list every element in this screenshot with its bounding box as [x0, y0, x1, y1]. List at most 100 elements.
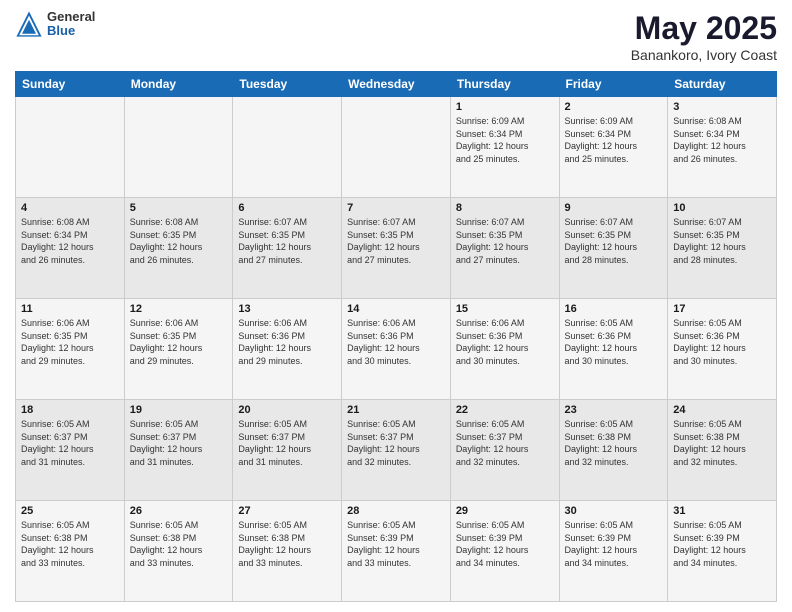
day-info: Sunrise: 6:09 AM Sunset: 6:34 PM Dayligh… — [565, 115, 663, 165]
calendar-header-row: SundayMondayTuesdayWednesdayThursdayFrid… — [16, 72, 777, 97]
day-number: 13 — [238, 303, 336, 315]
day-number: 26 — [130, 505, 228, 517]
day-number: 30 — [565, 505, 663, 517]
calendar-cell: 3 Sunrise: 6:08 AM Sunset: 6:34 PM Daylig… — [668, 97, 777, 198]
calendar-cell: 15 Sunrise: 6:06 AM Sunset: 6:36 PM Dayli… — [450, 299, 559, 400]
page: General Blue May 2025 Banankoro, Ivory C… — [0, 0, 792, 612]
calendar-cell: 16Sunrise: 6:05 AM Sunset: 6:36 PM Dayli… — [559, 299, 668, 400]
day-number: 25 — [21, 505, 119, 517]
subtitle: Banankoro, Ivory Coast — [631, 47, 777, 63]
day-info: Sunrise: 6:05 AM Sunset: 6:38 PM Dayligh… — [21, 519, 119, 569]
day-number: 15 — [456, 303, 554, 315]
day-number: 4 — [21, 202, 119, 214]
header: General Blue May 2025 Banankoro, Ivory C… — [15, 10, 777, 63]
logo-blue-label: Blue — [47, 24, 95, 38]
calendar-cell: 11 Sunrise: 6:06 AM Sunset: 6:35 PM Dayli… — [16, 299, 125, 400]
day-info: Sunrise: 6:05 AM Sunset: 6:38 PM Dayligh… — [130, 519, 228, 569]
day-info: Sunrise: 6:06 AM Sunset: 6:35 PM Dayligh… — [130, 317, 228, 367]
day-info: Sunrise: 6:05 AM Sunset: 6:37 PM Dayligh… — [130, 418, 228, 468]
day-number: 17 — [673, 303, 771, 315]
calendar-table: SundayMondayTuesdayWednesdayThursdayFrid… — [15, 71, 777, 602]
day-info: Sunrise: 6:07 AM Sunset: 6:35 PM Dayligh… — [673, 216, 771, 266]
calendar-day-header: Friday — [559, 72, 668, 97]
day-info: Sunrise: 6:05 AM Sunset: 6:38 PM Dayligh… — [238, 519, 336, 569]
day-number: 24 — [673, 404, 771, 416]
day-number: 1 — [456, 101, 554, 113]
day-info: Sunrise: 6:07 AM Sunset: 6:35 PM Dayligh… — [238, 216, 336, 266]
calendar-week-row: 25 Sunrise: 6:05 AM Sunset: 6:38 PM Dayli… — [16, 501, 777, 602]
calendar-week-row: 1 Sunrise: 6:09 AM Sunset: 6:34 PM Daylig… — [16, 97, 777, 198]
calendar-cell: 5 Sunrise: 6:08 AM Sunset: 6:35 PM Daylig… — [124, 198, 233, 299]
logo-text: General Blue — [47, 10, 95, 39]
day-number: 12 — [130, 303, 228, 315]
day-number: 31 — [673, 505, 771, 517]
calendar-week-row: 11 Sunrise: 6:06 AM Sunset: 6:35 PM Dayli… — [16, 299, 777, 400]
day-number: 18 — [21, 404, 119, 416]
day-number: 19 — [130, 404, 228, 416]
calendar-day-header: Sunday — [16, 72, 125, 97]
day-number: 3 — [673, 101, 771, 113]
day-number: 22 — [456, 404, 554, 416]
calendar-cell — [16, 97, 125, 198]
calendar-cell: 22Sunrise: 6:05 AM Sunset: 6:37 PM Dayli… — [450, 400, 559, 501]
logo: General Blue — [15, 10, 95, 39]
day-info: Sunrise: 6:05 AM Sunset: 6:39 PM Dayligh… — [673, 519, 771, 569]
calendar-cell: 29Sunrise: 6:05 AM Sunset: 6:39 PM Dayli… — [450, 501, 559, 602]
day-number: 11 — [21, 303, 119, 315]
day-info: Sunrise: 6:08 AM Sunset: 6:34 PM Dayligh… — [673, 115, 771, 165]
calendar-cell: 19 Sunrise: 6:05 AM Sunset: 6:37 PM Dayli… — [124, 400, 233, 501]
day-info: Sunrise: 6:06 AM Sunset: 6:36 PM Dayligh… — [456, 317, 554, 367]
day-number: 9 — [565, 202, 663, 214]
day-info: Sunrise: 6:05 AM Sunset: 6:36 PM Dayligh… — [565, 317, 663, 367]
day-number: 27 — [238, 505, 336, 517]
calendar-cell: 8Sunrise: 6:07 AM Sunset: 6:35 PM Daylig… — [450, 198, 559, 299]
day-info: Sunrise: 6:05 AM Sunset: 6:37 PM Dayligh… — [347, 418, 445, 468]
calendar-day-header: Saturday — [668, 72, 777, 97]
calendar-cell: 2 Sunrise: 6:09 AM Sunset: 6:34 PM Daylig… — [559, 97, 668, 198]
calendar-cell: 27 Sunrise: 6:05 AM Sunset: 6:38 PM Dayli… — [233, 501, 342, 602]
day-info: Sunrise: 6:05 AM Sunset: 6:38 PM Dayligh… — [565, 418, 663, 468]
day-info: Sunrise: 6:05 AM Sunset: 6:39 PM Dayligh… — [456, 519, 554, 569]
day-info: Sunrise: 6:05 AM Sunset: 6:37 PM Dayligh… — [238, 418, 336, 468]
calendar-week-row: 18 Sunrise: 6:05 AM Sunset: 6:37 PM Dayli… — [16, 400, 777, 501]
calendar-cell: 23Sunrise: 6:05 AM Sunset: 6:38 PM Dayli… — [559, 400, 668, 501]
day-info: Sunrise: 6:07 AM Sunset: 6:35 PM Dayligh… — [565, 216, 663, 266]
calendar-day-header: Wednesday — [342, 72, 451, 97]
day-info: Sunrise: 6:06 AM Sunset: 6:36 PM Dayligh… — [347, 317, 445, 367]
calendar-cell: 12 Sunrise: 6:06 AM Sunset: 6:35 PM Dayli… — [124, 299, 233, 400]
calendar-cell: 6Sunrise: 6:07 AM Sunset: 6:35 PM Daylig… — [233, 198, 342, 299]
day-number: 10 — [673, 202, 771, 214]
calendar-cell — [342, 97, 451, 198]
calendar-day-header: Thursday — [450, 72, 559, 97]
calendar-cell: 4 Sunrise: 6:08 AM Sunset: 6:34 PM Daylig… — [16, 198, 125, 299]
calendar-day-header: Monday — [124, 72, 233, 97]
calendar-cell: 1 Sunrise: 6:09 AM Sunset: 6:34 PM Daylig… — [450, 97, 559, 198]
calendar-cell: 13Sunrise: 6:06 AM Sunset: 6:36 PM Dayli… — [233, 299, 342, 400]
day-info: Sunrise: 6:09 AM Sunset: 6:34 PM Dayligh… — [456, 115, 554, 165]
day-number: 2 — [565, 101, 663, 113]
day-info: Sunrise: 6:06 AM Sunset: 6:35 PM Dayligh… — [21, 317, 119, 367]
calendar-cell: 24Sunrise: 6:05 AM Sunset: 6:38 PM Dayli… — [668, 400, 777, 501]
calendar-cell: 10 Sunrise: 6:07 AM Sunset: 6:35 PM Dayli… — [668, 198, 777, 299]
calendar-cell: 30Sunrise: 6:05 AM Sunset: 6:39 PM Dayli… — [559, 501, 668, 602]
title-block: May 2025 Banankoro, Ivory Coast — [631, 10, 777, 63]
calendar-cell: 20Sunrise: 6:05 AM Sunset: 6:37 PM Dayli… — [233, 400, 342, 501]
logo-general-label: General — [47, 10, 95, 24]
day-number: 8 — [456, 202, 554, 214]
calendar-cell: 21Sunrise: 6:05 AM Sunset: 6:37 PM Dayli… — [342, 400, 451, 501]
calendar-cell: 7 Sunrise: 6:07 AM Sunset: 6:35 PM Daylig… — [342, 198, 451, 299]
day-number: 5 — [130, 202, 228, 214]
calendar-cell: 25 Sunrise: 6:05 AM Sunset: 6:38 PM Dayli… — [16, 501, 125, 602]
day-info: Sunrise: 6:07 AM Sunset: 6:35 PM Dayligh… — [347, 216, 445, 266]
day-info: Sunrise: 6:08 AM Sunset: 6:34 PM Dayligh… — [21, 216, 119, 266]
day-number: 7 — [347, 202, 445, 214]
calendar-cell: 9 Sunrise: 6:07 AM Sunset: 6:35 PM Daylig… — [559, 198, 668, 299]
calendar-day-header: Tuesday — [233, 72, 342, 97]
calendar-cell: 28Sunrise: 6:05 AM Sunset: 6:39 PM Dayli… — [342, 501, 451, 602]
day-number: 28 — [347, 505, 445, 517]
day-info: Sunrise: 6:05 AM Sunset: 6:37 PM Dayligh… — [21, 418, 119, 468]
calendar-cell — [124, 97, 233, 198]
day-info: Sunrise: 6:08 AM Sunset: 6:35 PM Dayligh… — [130, 216, 228, 266]
calendar-cell — [233, 97, 342, 198]
day-info: Sunrise: 6:05 AM Sunset: 6:36 PM Dayligh… — [673, 317, 771, 367]
